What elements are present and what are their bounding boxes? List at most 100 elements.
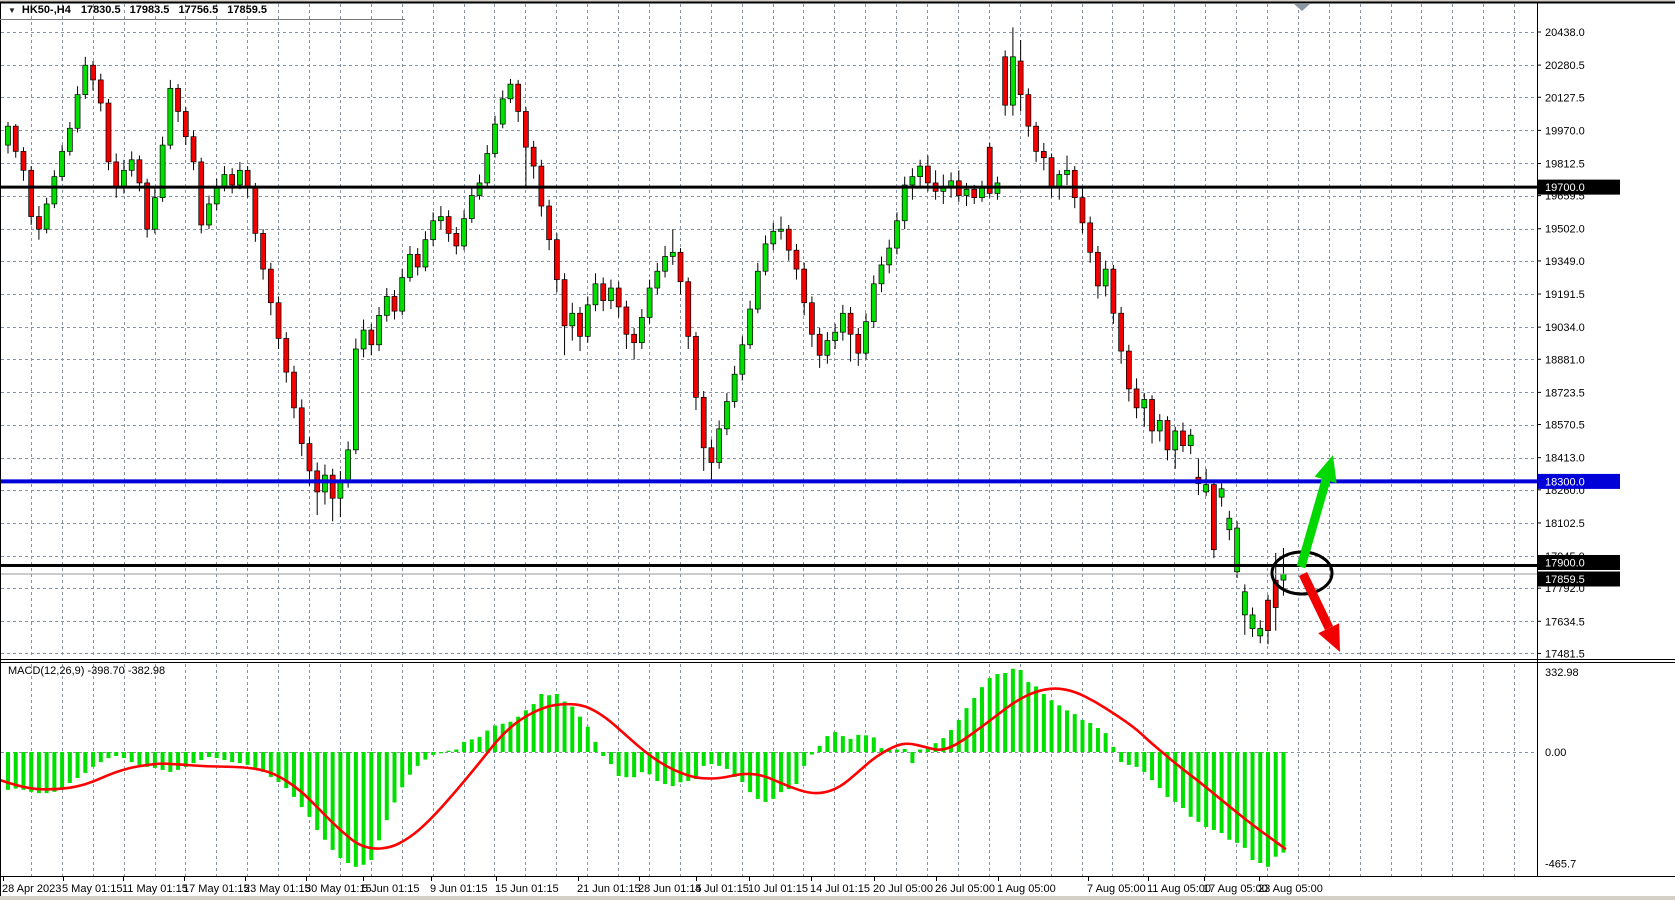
candle-down (848, 313, 853, 334)
macd-histogram-bar (161, 752, 165, 770)
candle-up (833, 332, 838, 340)
macd-histogram-bar (1173, 752, 1177, 802)
macd-histogram-bar (1034, 686, 1038, 752)
candle-up (879, 265, 884, 284)
candle-up (1204, 485, 1209, 492)
macd-histogram-bar (68, 752, 72, 783)
candle-down (330, 475, 335, 498)
time-axis-label: 17 May 01:15 (183, 883, 250, 895)
candle-down (245, 170, 250, 187)
candle-up (871, 284, 876, 322)
candle-down (307, 444, 312, 471)
macd-histogram-bar (423, 752, 427, 760)
macd-histogram-bar (1111, 747, 1115, 752)
macd-histogram-bar (802, 752, 806, 766)
candle-up (469, 196, 474, 219)
candle-up (1065, 170, 1070, 174)
macd-histogram-bar (215, 752, 219, 758)
candle-up (570, 313, 575, 326)
macd-histogram-bar (1227, 752, 1231, 840)
macd-histogram-bar (640, 752, 644, 772)
time-axis-label: 11 May 01:15 (122, 883, 188, 895)
macd-histogram-bar (1065, 710, 1069, 752)
macd-histogram-bar (547, 695, 551, 752)
candle-up (377, 315, 382, 344)
candle-up (1057, 175, 1062, 188)
macd-histogram-bar (1073, 714, 1077, 752)
macd-histogram-bar (478, 737, 482, 752)
candle-up (1242, 592, 1247, 615)
symbol-dropdown-icon[interactable]: ▼ (8, 5, 16, 16)
price-tag-label: 19700.0 (1545, 182, 1585, 194)
macd-histogram-bar (709, 752, 713, 764)
candle-up (902, 185, 907, 221)
candle-down (554, 240, 559, 280)
candle-down (176, 88, 181, 111)
macd-histogram-bar (439, 752, 443, 753)
macd-histogram-bar (485, 731, 489, 752)
candle-up (840, 313, 845, 332)
candle-up (724, 402, 729, 429)
candle-up (1157, 420, 1162, 431)
candle-up (423, 240, 428, 267)
macd-histogram-bar (825, 736, 829, 752)
macd-histogram-bar (849, 739, 853, 752)
macd-histogram-bar (253, 752, 257, 768)
macd-histogram-bar (385, 752, 389, 820)
candle-down (562, 280, 567, 326)
candle-down (268, 269, 273, 303)
ohlc-values: 17830.5 17983.5 17756.5 17859.5 (81, 4, 267, 16)
candle-up (910, 177, 915, 185)
candle-down (21, 151, 26, 170)
macd-histogram-bar (771, 752, 775, 799)
candle-down (1126, 351, 1131, 389)
candle-down (547, 206, 552, 240)
macd-histogram-bar (76, 752, 80, 778)
macd-histogram-bar (895, 749, 899, 752)
candle-up (206, 204, 211, 225)
macd-histogram-bar (903, 749, 907, 752)
candle-down (199, 162, 204, 225)
candle-up (407, 254, 412, 277)
macd-histogram-bar (733, 752, 737, 777)
candle-up (585, 305, 590, 337)
candle-up (60, 151, 65, 176)
candle-down (415, 254, 420, 267)
macd-histogram-bar (462, 742, 466, 752)
candle-up (346, 450, 351, 482)
candle-down (809, 303, 814, 335)
candle-down (516, 84, 521, 111)
candle-up (1258, 629, 1263, 636)
chart-canvas[interactable]: 20438.020280.520127.519970.019812.519659… (0, 0, 1675, 900)
candle-up (361, 330, 366, 349)
macd-axis-label: -465.7 (1545, 858, 1576, 870)
macd-histogram-bar (1119, 752, 1123, 762)
candle-up (639, 317, 644, 342)
candle-up (670, 252, 675, 256)
macd-histogram-bar (864, 735, 868, 752)
candle-up (52, 177, 57, 204)
macd-histogram-bar (106, 752, 110, 758)
price-axis-label: 19191.5 (1545, 289, 1585, 301)
candle-up (438, 217, 443, 221)
candle-up (322, 475, 327, 492)
candle-down (786, 229, 791, 250)
macd-histogram-bar (593, 742, 597, 752)
candle-down (1265, 600, 1270, 630)
candle-down (36, 217, 41, 230)
candle-up (740, 345, 745, 374)
macd-histogram-bar (1096, 728, 1100, 752)
macd-histogram-bar (14, 752, 18, 789)
macd-indicator-label: MACD(12,26,9) -398.70 -382.98 (8, 665, 165, 677)
macd-histogram-bar (338, 752, 342, 858)
candle-down (601, 284, 606, 301)
candle-down (261, 233, 266, 269)
macd-histogram-bar (1011, 669, 1015, 752)
candle-down (972, 189, 977, 197)
macd-histogram-bar (493, 726, 497, 752)
candle-down (1119, 313, 1124, 351)
candle-down (802, 269, 807, 303)
macd-histogram-bar (222, 752, 226, 760)
macd-histogram-bar (601, 752, 605, 756)
candle-up (237, 170, 242, 185)
